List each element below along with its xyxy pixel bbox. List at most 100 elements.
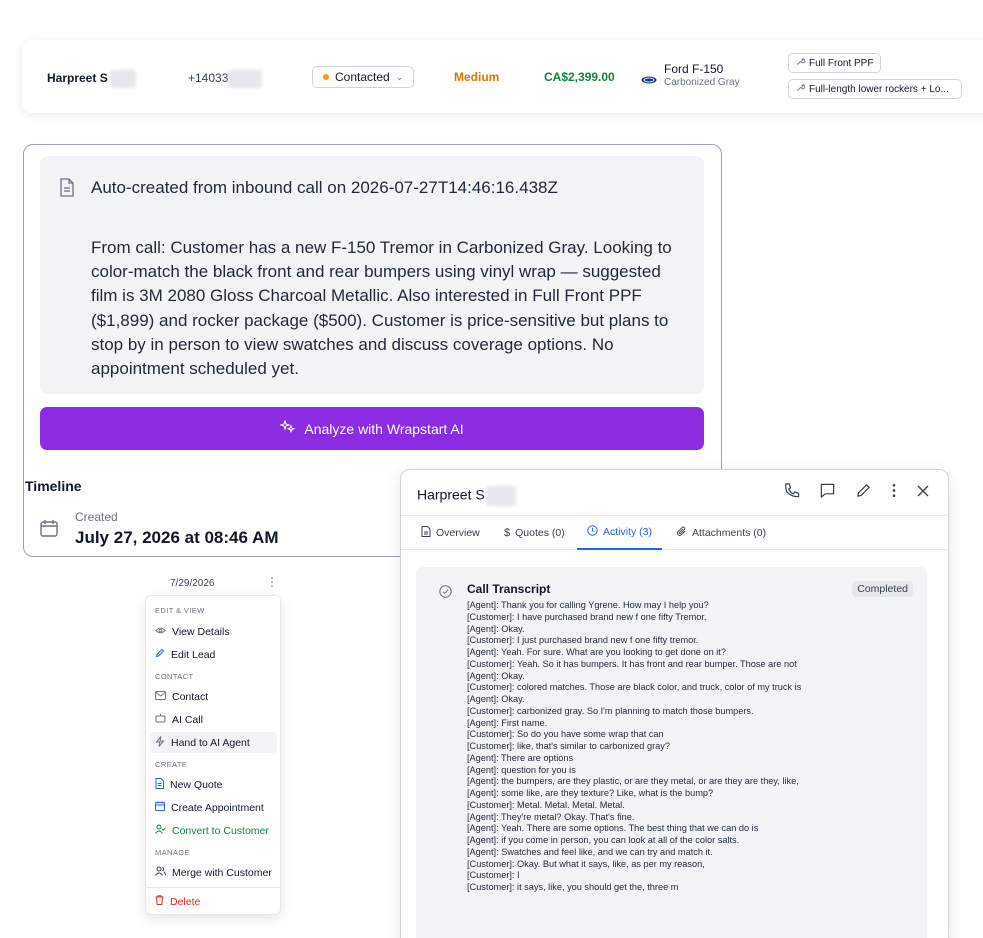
- eye-icon: [155, 626, 166, 638]
- menu-item-convert-to-customer[interactable]: Convert to Customer: [150, 820, 277, 841]
- menu-item-edit-lead[interactable]: Edit Lead: [150, 644, 277, 665]
- row-actions-menu: EDIT & VIEW View Details Edit Lead CONTA…: [145, 595, 282, 915]
- tab-quotes[interactable]: $ Quotes (0): [504, 516, 565, 550]
- phone-icon[interactable]: [783, 482, 800, 499]
- transcript-line: [Customer]: Okay. But what it says, like…: [467, 858, 705, 869]
- tab-activity[interactable]: Activity (3): [577, 516, 663, 550]
- redacted-phone: [228, 70, 263, 88]
- transcript-line: [Agent]: First name.: [467, 717, 548, 728]
- transcript-line: [Customer]: Yeah. So it has bumpers. It …: [467, 658, 797, 669]
- transcript-line: [Customer]: I: [467, 870, 520, 881]
- sparkles-icon: [279, 419, 296, 437]
- menu-item-contact[interactable]: Contact: [150, 686, 277, 707]
- notes-title: Auto-created from inbound call on 2026-0…: [91, 178, 558, 197]
- tab-attachments[interactable]: Attachments (0): [676, 516, 766, 550]
- menu-item-delete[interactable]: Delete: [150, 891, 277, 912]
- transcript-line: [Agent]: Yeah. For sure. What are you lo…: [467, 647, 726, 657]
- service-tag: Full Front PPF: [788, 53, 882, 73]
- transcript-lines: [Agent]: Thank you for calling Ygrene. H…: [467, 600, 917, 894]
- panel-tabs: Overview $ Quotes (0) Activity (3) Attac…: [401, 516, 948, 550]
- activity-item: Call Transcript Completed [Agent]: Thank…: [416, 567, 927, 938]
- document-icon: [59, 178, 75, 202]
- menu-section-contact: CONTACT: [155, 672, 194, 681]
- chevron-down-icon: ⌄: [395, 71, 404, 82]
- menu-item-create-appointment[interactable]: Create Appointment: [150, 797, 277, 818]
- transcript-line: [Agent]: Okay.: [467, 694, 525, 704]
- panel-lead-name: Harpreet S: [417, 486, 516, 506]
- notes-box: Auto-created from inbound call on 2026-0…: [40, 156, 704, 394]
- wrench-icon: [796, 57, 806, 69]
- panel-actions: [783, 482, 930, 499]
- menu-section-edit-view: EDIT & VIEW: [155, 606, 205, 615]
- created-date: July 27, 2026 at 08:46 AM: [75, 528, 279, 547]
- clock-icon: [587, 525, 598, 539]
- price-value: CA$2,399.00: [544, 70, 615, 84]
- row-date: 7/29/2026: [170, 578, 215, 589]
- lead-row[interactable]: Harpreet S +14033 Contacted ⌄ Medium CA$…: [22, 40, 983, 113]
- menu-item-new-quote[interactable]: New Quote: [150, 774, 277, 795]
- dollar-icon: $: [504, 527, 511, 539]
- status-dot-icon: [323, 74, 329, 80]
- menu-item-hand-to-ai-agent[interactable]: Hand to AI Agent: [150, 732, 277, 753]
- ford-logo-icon: [641, 73, 657, 87]
- menu-item-view-details[interactable]: View Details: [150, 621, 277, 642]
- lead-phone: +14033: [188, 70, 263, 88]
- menu-section-create: CREATE: [155, 760, 188, 769]
- transcript-line: [Agent]: question for you is: [467, 764, 576, 775]
- transcript-line: [Customer]: it says, like, you should ge…: [467, 882, 679, 892]
- redacted-surname: [109, 70, 136, 88]
- file-icon: [155, 777, 164, 792]
- transcript-line: [Agent]: Swatches and feel like, and we …: [467, 846, 713, 857]
- more-vertical-icon[interactable]: [891, 482, 897, 499]
- priority-label: Medium: [454, 70, 500, 84]
- transcript-line: [Agent]: There are options: [467, 752, 574, 763]
- transcript-line: [Agent]: They're metal? Okay. That's fin…: [467, 811, 635, 822]
- notes-body: From call: Customer has a new F-150 Trem…: [91, 238, 672, 379]
- pencil-icon: [155, 648, 165, 661]
- mail-icon: [155, 690, 166, 703]
- trash-icon: [155, 895, 164, 908]
- menu-divider: [146, 887, 282, 888]
- menu-section-manage: MANAGE: [155, 848, 190, 857]
- transcript-line: [Customer]: I just purchased brand new f…: [467, 635, 699, 646]
- transcript-line: [Agent]: the bumpers, are they plastic, …: [467, 776, 799, 787]
- menu-item-ai-call[interactable]: AI Call: [150, 709, 277, 730]
- transcript-line: [Agent]: Okay.: [467, 670, 525, 681]
- analyze-ai-button[interactable]: Analyze with Wrapstart AI: [40, 407, 704, 450]
- calendar-icon: [155, 801, 165, 814]
- transcript-line: [Customer]: like, that's similar to carb…: [467, 741, 670, 751]
- tab-overview[interactable]: Overview: [421, 516, 480, 550]
- calendar-icon: [39, 518, 59, 543]
- transcript-line: [Customer]: I have purchased brand new f…: [467, 611, 707, 622]
- transcript-line: [Customer]: carbonized gray. So I'm plan…: [467, 705, 754, 716]
- wrench-icon: [796, 83, 806, 95]
- transcript-line: [Customer]: So do you have some wrap tha…: [467, 729, 664, 740]
- paperclip-icon: [676, 526, 687, 540]
- users-icon: [155, 866, 166, 879]
- status-badge: Completed: [852, 581, 913, 597]
- lead-name[interactable]: Harpreet S: [47, 70, 136, 88]
- transcript-line: [Agent]: Yeah. There are some options. T…: [467, 823, 759, 834]
- more-vertical-icon[interactable]: ⋮: [266, 575, 278, 589]
- transcript-line: [Agent]: some like, are they texture? Li…: [467, 788, 714, 798]
- transcript-line: [Agent]: Thank you for calling Ygrene. H…: [467, 600, 709, 610]
- lightning-icon: [155, 735, 165, 750]
- check-circle-icon: [439, 585, 452, 603]
- edit-icon[interactable]: [855, 482, 872, 499]
- robot-icon: [155, 713, 166, 726]
- redacted-surname: [485, 486, 516, 506]
- menu-item-merge-with-customer[interactable]: Merge with Customer: [150, 862, 277, 883]
- status-dropdown[interactable]: Contacted ⌄: [312, 66, 415, 88]
- transcript-line: [Agent]: if you come in person, you can …: [467, 835, 740, 845]
- lead-detail-panel: Harpreet S Overview $ Quotes (0) Activit…: [400, 469, 949, 938]
- user-check-icon: [155, 824, 166, 837]
- close-icon[interactable]: [916, 484, 930, 498]
- timeline-heading: Timeline: [25, 478, 82, 494]
- transcript-line: [Agent]: Okay.: [467, 623, 525, 634]
- transcript-line: [Customer]: colored matches. Those are b…: [467, 682, 802, 693]
- document-icon: [421, 526, 431, 540]
- created-label: Created: [75, 510, 118, 524]
- transcript-title: Call Transcript: [467, 582, 551, 596]
- transcript-line: [Customer]: Metal. Metal. Metal. Metal.: [467, 799, 625, 810]
- message-icon[interactable]: [819, 482, 836, 499]
